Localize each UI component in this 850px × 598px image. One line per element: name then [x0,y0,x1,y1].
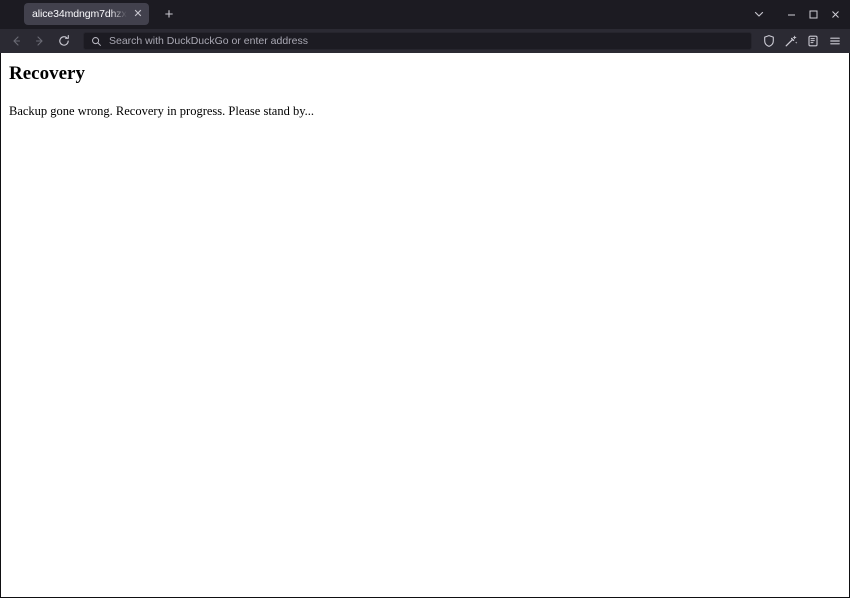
back-arrow-icon [13,36,21,46]
browser-window: alice34mdngm7dhzx34dglpactw ✕ + [0,0,850,598]
save-to-pocket-icon [808,35,818,47]
maximize-icon [809,10,817,18]
magic-wand-icon [785,35,798,47]
address-bar[interactable] [83,32,752,50]
shield-icon [764,35,774,47]
close-icon [831,10,839,18]
new-tab-button[interactable]: + [158,3,180,25]
navigation-toolbar [0,28,850,53]
back-button[interactable] [4,31,28,52]
page-status-message: Backup gone wrong. Recovery in progress.… [9,103,315,118]
page-title: Recovery [9,63,85,84]
tab-close-icon[interactable]: ✕ [131,7,145,21]
tab-title: alice34mdngm7dhzx34dglpactw [32,8,129,20]
minimize-icon [787,14,795,15]
minimize-button[interactable] [780,0,802,28]
browser-tab[interactable]: alice34mdngm7dhzx34dglpactw ✕ [24,3,149,25]
reader-cleanup-button[interactable] [780,31,802,52]
search-input[interactable] [109,33,744,49]
close-window-button[interactable] [824,0,846,28]
search-icon [91,36,102,47]
save-to-pocket-button[interactable] [802,31,824,52]
forward-button[interactable] [28,31,52,52]
chevron-down-icon [754,11,764,17]
window-controls [780,0,850,28]
page-content: Recovery Backup gone wrong. Recovery in … [0,53,850,598]
tab-strip: alice34mdngm7dhzx34dglpactw ✕ + [0,0,850,28]
forward-arrow-icon [35,36,43,46]
tracking-protection-button[interactable] [758,31,780,52]
maximize-button[interactable] [802,0,824,28]
list-all-tabs-button[interactable] [746,2,772,26]
magnifying-glass-icon [92,36,101,46]
hamburger-menu-icon [830,37,840,45]
reload-icon [59,35,69,46]
reload-button[interactable] [52,31,76,52]
app-menu-button[interactable] [824,31,846,52]
